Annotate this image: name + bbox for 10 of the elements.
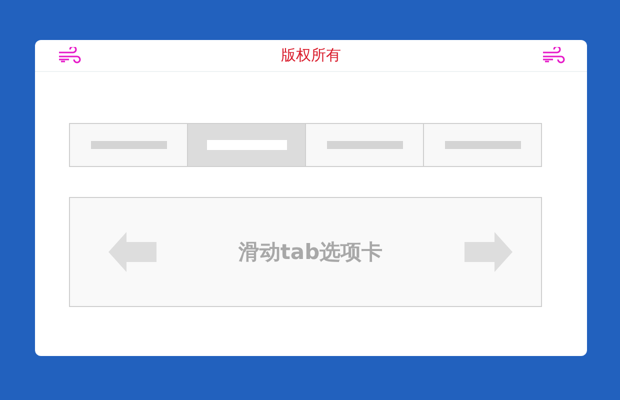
left-arrow-icon[interactable] <box>108 232 157 272</box>
slide-title: 滑动tab选项卡 <box>238 239 383 266</box>
header-title: 版权所有 <box>281 46 341 65</box>
wind-icon <box>541 47 565 64</box>
wind-icon <box>57 47 81 64</box>
tab[interactable] <box>305 124 423 166</box>
tab[interactable] <box>187 124 305 166</box>
tab[interactable] <box>70 124 187 166</box>
right-arrow-icon[interactable] <box>464 232 513 272</box>
tab[interactable] <box>423 124 541 166</box>
